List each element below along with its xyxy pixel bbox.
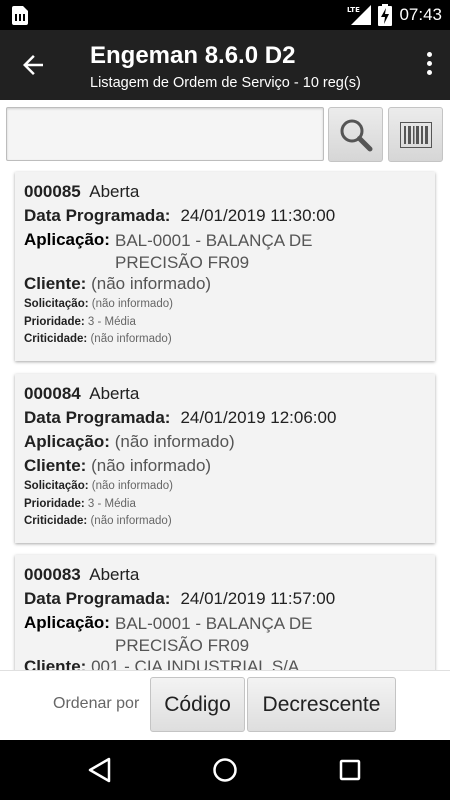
sim-card-icon [12,6,28,25]
client-row: Cliente: (não informado) [24,456,426,480]
client-label: Cliente: [24,274,87,293]
application-value: BAL-0001 - BALANÇA DE PRECISÃO FR09 [114,614,313,655]
priority-value: 3 - Média [87,315,136,328]
priority-label: Prioridade: [24,315,85,328]
client-label: Cliente: [24,657,87,670]
application-value: (não informado) [114,432,235,451]
home-circle-icon[interactable] [210,755,240,785]
scheduled-date-value: 24/01/2019 12:06:00 [180,408,337,427]
sort-label: Ordenar por [53,695,140,712]
overflow-menu-icon[interactable] [422,52,436,80]
scheduled-date-label: Data Programada: [24,408,171,427]
application-row: Aplicação: BAL-0001 - BALANÇA DE PRECISÃ… [24,230,426,274]
client-value: 001 - CIA INDUSTRIAL S/A [91,657,300,670]
application-label: Aplicação: [24,432,110,451]
lte-signal-icon: LTE [347,5,372,25]
application-label: Aplicação: [24,613,110,632]
sort-order-button[interactable]: Decrescente [247,677,396,732]
search-input[interactable] [6,107,324,161]
order-header: 000084 Aberta [24,384,426,408]
barcode-scan-button[interactable] [388,107,443,162]
request-row: Solicitação: (não informado) [24,298,426,316]
criticality-label: Criticidade: [24,515,88,527]
criticality-label: Criticidade: [24,333,88,345]
order-status: Aberta [89,565,140,584]
priority-value: 3 - Média [87,497,136,510]
order-card[interactable]: 000083 Aberta Data Programada: 24/01/2019… [15,555,435,670]
recents-square-icon[interactable] [335,755,365,785]
scheduled-date-value: 24/01/2019 11:30:00 [180,206,336,225]
order-code: 000084 [24,384,81,403]
order-code: 000083 [24,565,81,584]
page-title: Engeman 8.6.0 D2 [90,42,296,69]
application-row: Aplicação: BAL-0001 - BALANÇA DE PRECISÃ… [24,613,426,657]
scheduled-date-label: Data Programada: [24,206,171,225]
client-value: (não informado) [91,274,212,293]
request-row: Solicitação: (não informado) [24,480,426,498]
client-label: Cliente: [24,456,87,475]
request-label: Solicitação: [24,298,89,310]
back-arrow-icon[interactable] [18,50,48,80]
order-status: Aberta [89,384,140,403]
order-header: 000083 Aberta [24,565,426,589]
sort-field-button[interactable]: Código [150,677,245,732]
order-list: 000085 Aberta Data Programada: 24/01/2019… [0,170,450,670]
status-time: 07:43 [399,5,442,24]
search-icon [340,119,372,151]
criticality-value: (não informado) [90,333,172,345]
order-header: 000085 Aberta [24,182,426,206]
client-row: Cliente: 001 - CIA INDUSTRIAL S/A [24,657,426,670]
status-bar: LTE 07:43 [0,0,450,30]
battery-charging-icon [378,4,393,26]
request-value: (não informado) [91,480,173,492]
priority-row: Prioridade: 3 - Média [24,316,426,334]
scheduled-date-row: Data Programada: 24/01/2019 12:06:00 [24,408,426,432]
order-card[interactable]: 000084 Aberta Data Programada: 24/01/2019… [15,374,435,543]
request-label: Solicitação: [24,480,89,492]
navigation-bar [0,740,450,800]
priority-row: Prioridade: 3 - Média [24,498,426,516]
scheduled-date-row: Data Programada: 24/01/2019 11:57:00 [24,589,426,613]
scheduled-date-row: Data Programada: 24/01/2019 11:30:00 [24,206,426,230]
order-code: 000085 [24,182,81,201]
search-button[interactable] [328,107,383,162]
priority-label: Prioridade: [24,497,85,510]
barcode-icon [399,121,432,148]
order-status: Aberta [89,182,140,201]
criticality-value: (não informado) [90,515,172,527]
application-value: BAL-0001 - BALANÇA DE PRECISÃO FR09 [114,231,313,272]
back-triangle-icon[interactable] [85,755,115,785]
order-card[interactable]: 000085 Aberta Data Programada: 24/01/2019… [15,172,435,361]
scheduled-date-value: 24/01/2019 11:57:00 [180,589,336,608]
client-row: Cliente: (não informado) [24,274,426,298]
criticality-row: Criticidade: (não informado) [24,515,426,533]
application-row: Aplicação: (não informado) [24,432,426,456]
application-label: Aplicação: [24,230,110,249]
network-label: LTE [347,6,360,14]
sort-bar: Ordenar por Código Decrescente [0,670,450,740]
app-bar: Engeman 8.6.0 D2 Listagem de Ordem de Se… [0,30,450,100]
request-value: (não informado) [91,298,173,310]
page-subtitle: Listagem de Ordem de Serviço - 10 reg(s) [90,75,361,91]
scheduled-date-label: Data Programada: [24,589,171,608]
search-bar [0,100,450,170]
criticality-row: Criticidade: (não informado) [24,333,426,351]
client-value: (não informado) [91,456,212,475]
